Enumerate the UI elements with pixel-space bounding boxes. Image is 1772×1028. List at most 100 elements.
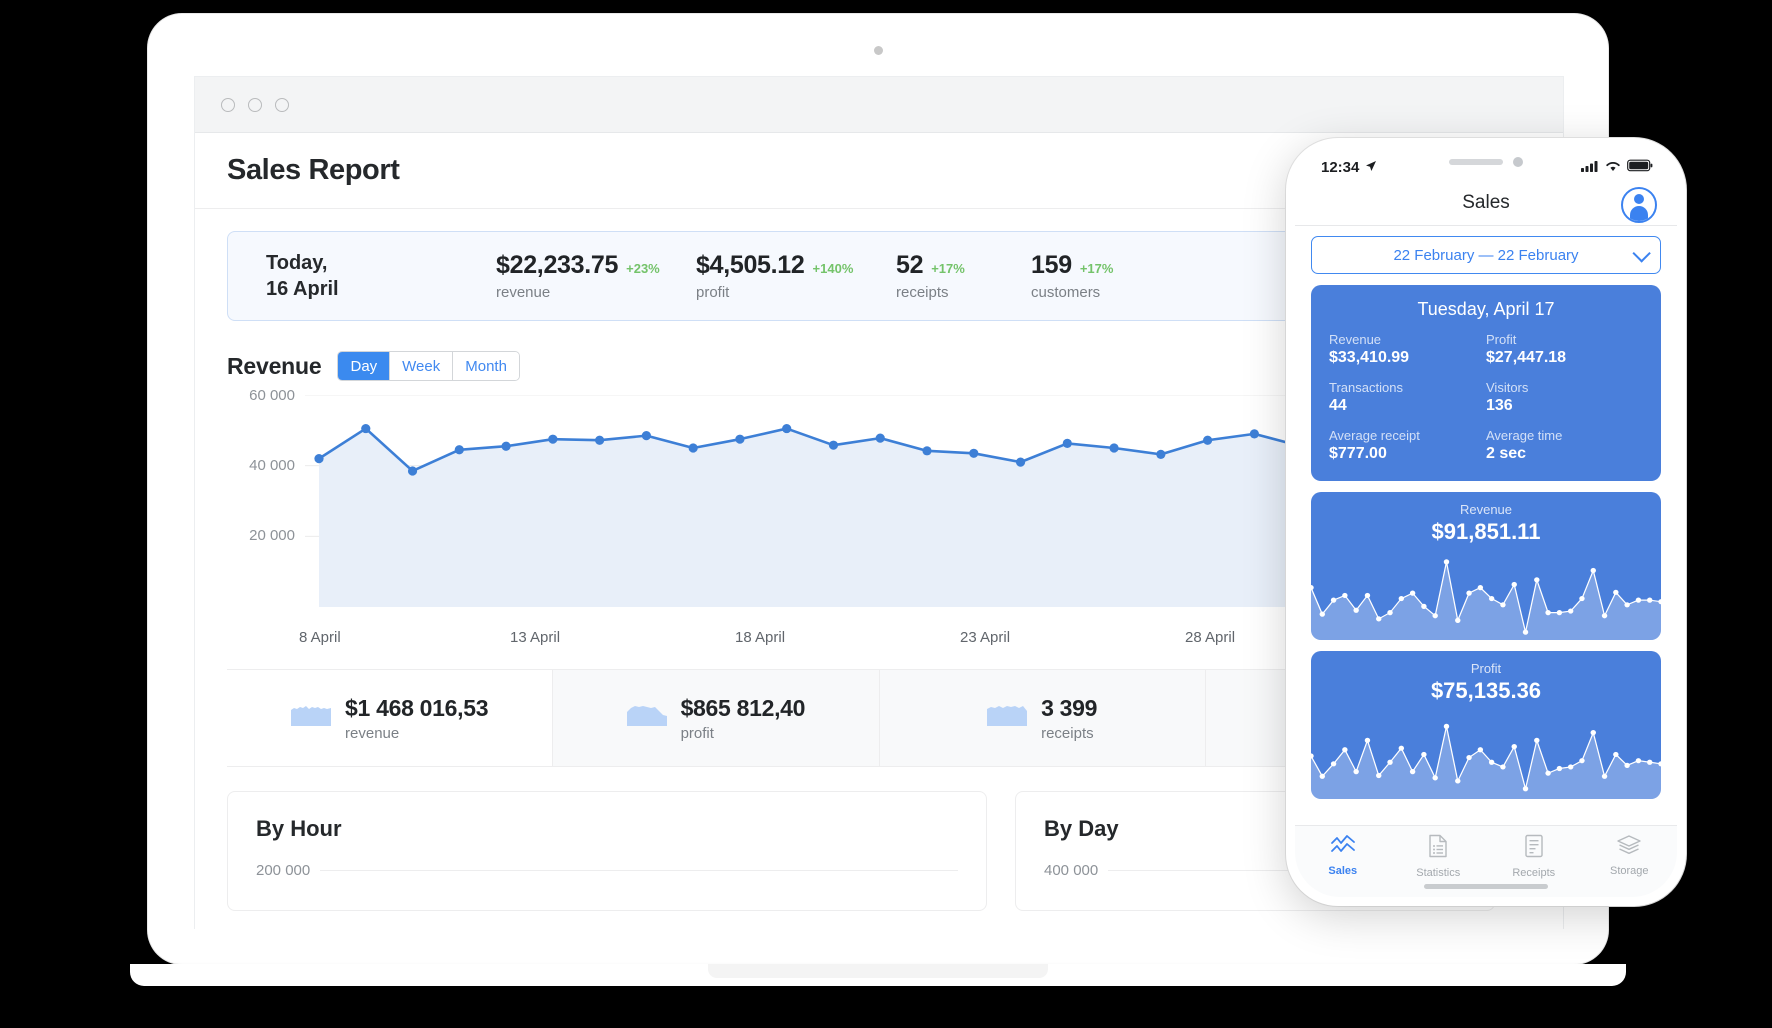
period-tab-month[interactable]: Month (453, 352, 519, 380)
tab-storage[interactable]: Storage (1582, 834, 1678, 897)
summary-metric-receipts: 52 +17% receipts (896, 251, 1031, 301)
window-maximize-icon[interactable] (275, 97, 289, 112)
tab-sales-label: Sales (1328, 865, 1358, 877)
date-range-selector[interactable]: 22 February — 22 February (1311, 236, 1661, 274)
day-field-average-receipt: Average receipt $777.00 (1329, 428, 1486, 463)
front-camera-icon (1513, 157, 1523, 167)
by-hour-card: By Hour 200 000 (227, 791, 987, 911)
account-avatar-icon[interactable] (1621, 187, 1657, 223)
phone-screen: 12:34 Sales 22 February — 22 February Tu… (1295, 147, 1677, 897)
window-close-icon[interactable] (221, 97, 235, 112)
phone-revenue-sparkline (1311, 559, 1661, 640)
summary-date-line1: Today, (266, 252, 328, 274)
earpiece-speaker-icon (1449, 159, 1503, 165)
laptop-trackpad-notch (708, 964, 1048, 978)
phone-nav-bar: Sales (1295, 181, 1677, 226)
day-field-revenue: Revenue $33,410.99 (1329, 332, 1486, 367)
tab-receipts-label: Receipts (1512, 867, 1556, 879)
sparkline-receipts-icon (987, 705, 1028, 726)
total-cell-receipts[interactable]: 3 399 receipts (879, 670, 1206, 766)
summary-date-line2: 16 April (266, 278, 339, 300)
sparkline-profit-icon (626, 705, 667, 726)
day-field-revenue-value: $33,410.99 (1329, 349, 1410, 366)
day-field-average-time-value: 2 sec (1486, 445, 1527, 462)
phone-revenue-chart-title: Revenue (1459, 502, 1513, 517)
day-field-profit-key: Profit (1486, 332, 1517, 347)
avatar-head-shape (1634, 194, 1644, 204)
browser-titlebar (195, 77, 1563, 133)
document-list-icon (1428, 834, 1448, 863)
summary-metric-customers: 159 +17% customers (1031, 251, 1191, 301)
phone-device: 12:34 Sales 22 February — 22 February Tu… (1286, 138, 1686, 906)
total-cell-revenue[interactable]: $1 468 016,53 revenue (227, 670, 554, 766)
total-revenue-value: $1 468 016,53 (345, 694, 489, 721)
summary-profit-value: $4,505.12 (696, 251, 805, 279)
tab-statistics-label: Statistics (1416, 867, 1461, 879)
summary-metric-revenue: $22,233.75 +23% revenue (496, 251, 696, 301)
total-profit-label: profit (680, 724, 714, 742)
y-axis-tick-40000: 40 000 (249, 457, 295, 474)
summary-receipts-value: 52 (896, 251, 924, 279)
summary-date: Today, 16 April (266, 250, 496, 302)
day-field-profit-value: $27,447.18 (1486, 349, 1567, 366)
by-hour-axis-line (320, 870, 958, 871)
day-field-average-receipt-value: $777.00 (1329, 445, 1387, 462)
period-segmented-control: Day Week Month (337, 351, 520, 381)
phone-revenue-chart-value: $91,851.11 (1431, 519, 1541, 544)
by-hour-axis-label: 200 000 (256, 862, 311, 879)
summary-customers-delta: +17% (1079, 261, 1114, 276)
total-revenue-label: revenue (345, 724, 400, 742)
line-chart-icon (1330, 834, 1356, 861)
y-axis-tick-20000: 20 000 (249, 527, 295, 544)
phone-revenue-chart-card[interactable]: Revenue $91,851.11 (1311, 492, 1661, 640)
phone-profit-sparkline (1311, 723, 1661, 799)
x-axis-tick-2: 18 April (735, 629, 786, 646)
period-tab-week[interactable]: Week (390, 352, 454, 380)
by-hour-axis: 200 000 (256, 862, 958, 879)
phone-nav-title: Sales (1462, 192, 1510, 213)
x-axis-tick-4: 28 April (1185, 629, 1236, 646)
location-arrow-icon (1365, 159, 1377, 176)
phone-notch (1398, 147, 1574, 177)
summary-profit-delta: +140% (812, 261, 854, 276)
day-field-visitors: Visitors 136 (1486, 380, 1643, 415)
phone-content: 22 February — 22 February Tuesday, April… (1295, 226, 1677, 799)
day-field-average-time-key: Average time (1486, 428, 1563, 443)
summary-receipts-label: receipts (896, 284, 949, 301)
revenue-title: Revenue (227, 352, 322, 379)
laptop-camera-icon (874, 46, 883, 55)
total-profit-value: $865 812,40 (680, 694, 806, 721)
summary-revenue-delta: +23% (626, 261, 660, 276)
summary-customers-value: 159 (1031, 251, 1072, 279)
day-field-profit: Profit $27,447.18 (1486, 332, 1643, 367)
day-field-transactions-value: 44 (1329, 397, 1347, 414)
status-time: 12:34 (1321, 158, 1360, 176)
day-field-transactions: Transactions 44 (1329, 380, 1486, 415)
avatar-body-shape (1630, 206, 1648, 221)
phone-profit-chart-value: $75,135.36 (1430, 678, 1542, 703)
summary-profit-label: profit (696, 284, 730, 301)
tab-sales[interactable]: Sales (1295, 834, 1391, 897)
window-minimize-icon[interactable] (248, 97, 262, 112)
day-summary-title: Tuesday, April 17 (1417, 299, 1555, 319)
day-summary-grid: Revenue $33,410.99 Profit $27,447.18 Tra… (1329, 332, 1643, 463)
sparkline-revenue-icon (291, 705, 332, 726)
receipt-icon (1524, 834, 1544, 863)
day-field-transactions-key: Transactions (1329, 380, 1403, 395)
status-indicators (1581, 159, 1653, 176)
summary-metric-profit: $4,505.12 +140% profit (696, 251, 896, 301)
y-axis-tick-60000: 60 000 (249, 387, 295, 404)
date-range-label: 22 February — 22 February (1393, 246, 1579, 264)
layers-icon (1616, 834, 1642, 861)
day-summary-card: Tuesday, April 17 Revenue $33,410.99 Pro… (1311, 285, 1661, 481)
summary-revenue-value: $22,233.75 (496, 251, 619, 279)
x-axis-tick-0: 8 April (299, 629, 341, 646)
phone-profit-chart-title: Profit (1470, 661, 1502, 676)
total-cell-profit[interactable]: $865 812,40 profit (553, 670, 880, 766)
period-tab-day[interactable]: Day (338, 352, 391, 380)
day-field-average-receipt-key: Average receipt (1329, 428, 1420, 443)
page-title: Sales Report (227, 154, 400, 186)
total-receipts-value: 3 399 (1041, 694, 1098, 721)
x-axis-tick-1: 13 April (510, 629, 561, 646)
phone-profit-chart-card[interactable]: Profit $75,135.36 (1311, 651, 1661, 799)
